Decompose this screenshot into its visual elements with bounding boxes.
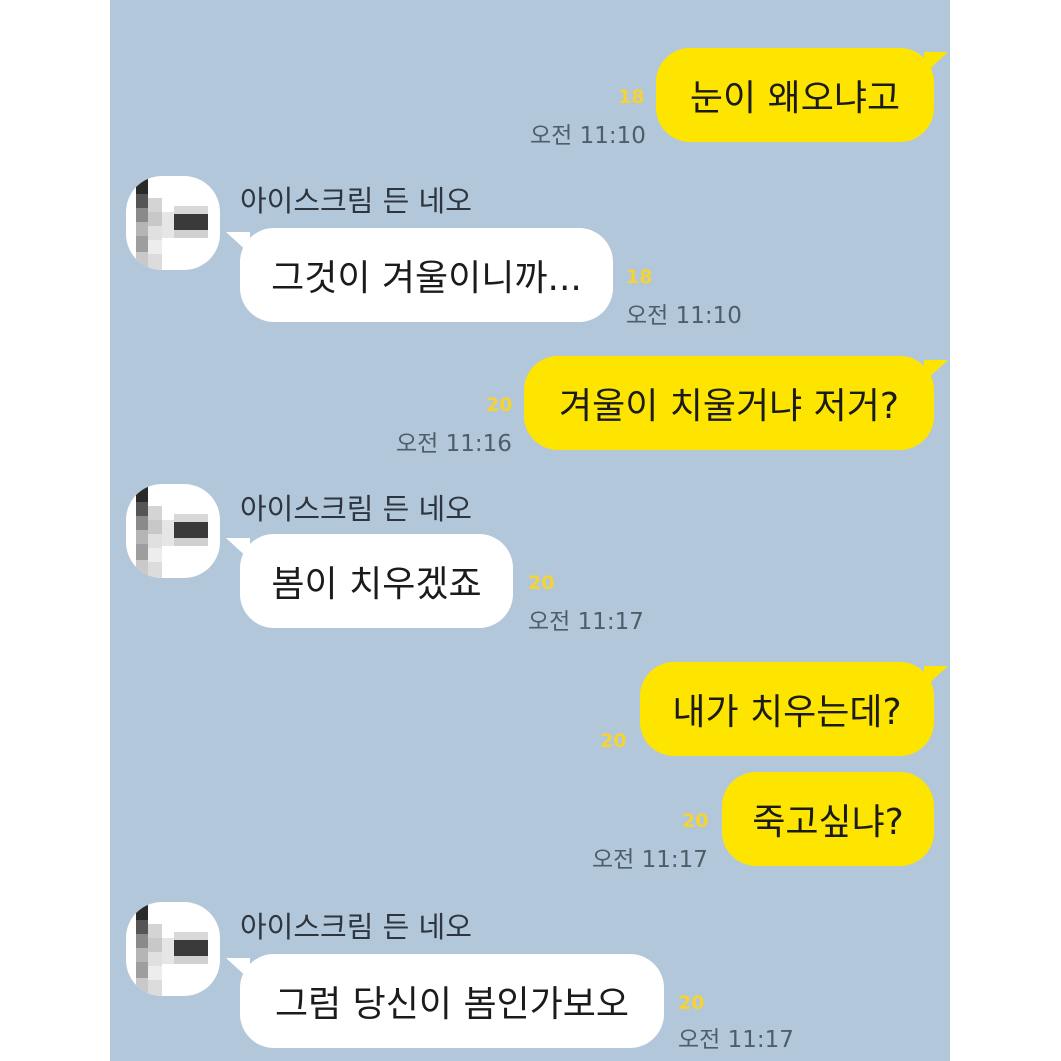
unread-count: 20: [600, 730, 627, 752]
avatar-pixel: [136, 948, 148, 962]
message-text: 그럼 당신이 봄인가보오: [274, 984, 630, 1025]
avatar-pixel: [136, 176, 148, 194]
message-text: 죽고싶냐?: [752, 802, 904, 843]
message-time: 오전 11:17: [528, 609, 644, 635]
avatar-pixel: [136, 934, 148, 948]
avatar-pixel: [136, 222, 148, 236]
avatar-pixel: [148, 938, 162, 952]
message-text: 눈이 왜오냐고: [689, 78, 901, 119]
avatar-pixel: [148, 548, 162, 562]
message-time: 오전 11:10: [626, 303, 742, 329]
avatar-pixel: [136, 208, 148, 222]
avatar[interactable]: [126, 484, 220, 578]
message-text: 겨울이 치울거냐 저거?: [558, 386, 900, 427]
other-message-bubble[interactable]: 봄이 치우겠죠: [226, 534, 513, 628]
other-message-bubble[interactable]: 그것이 겨울이니까...: [226, 228, 613, 322]
avatar-pixel: [136, 502, 148, 516]
my-message-bubble[interactable]: 겨울이 치울거냐 저거?: [524, 356, 948, 450]
avatar-pixel: [174, 214, 208, 230]
unread-count: 20: [486, 394, 513, 416]
avatar-pixel: [148, 562, 162, 578]
message-text: 그것이 겨울이니까...: [271, 258, 582, 299]
avatar-pixel: [162, 520, 174, 546]
unread-count: 18: [626, 266, 653, 288]
message-time: 오전 11:16: [396, 431, 512, 457]
avatar-pixel: [148, 198, 162, 212]
avatar-pixel: [174, 538, 208, 546]
unread-count: 20: [528, 572, 555, 594]
avatar-pixel: [174, 956, 208, 964]
avatar-pixel: [136, 252, 148, 270]
avatar-pixel: [136, 920, 148, 934]
chat-room[interactable]: 눈이 왜오냐고 18 오전 11:10 아이스크림 든 네오 그것이 겨울이니까…: [110, 0, 950, 1061]
avatar-pixel: [174, 940, 208, 956]
message-time: 오전 11:10: [530, 123, 646, 149]
message-text: 봄이 치우겠죠: [271, 564, 482, 605]
avatar-pixel: [148, 226, 162, 240]
pixelated-profile-icon: [126, 484, 220, 578]
avatar-pixel: [174, 206, 208, 214]
avatar-pixel: [174, 932, 208, 940]
avatar-pixel: [136, 544, 148, 560]
sender-name: 아이스크림 든 네오: [240, 492, 472, 526]
avatar-pixel: [136, 236, 148, 252]
avatar[interactable]: [126, 176, 220, 270]
avatar-pixel: [136, 978, 148, 996]
pixelated-profile-icon: [126, 902, 220, 996]
sender-name: 아이스크림 든 네오: [240, 910, 472, 944]
avatar-pixel: [162, 938, 174, 964]
avatar-pixel: [148, 980, 162, 996]
message-text: 내가 치우는데?: [672, 692, 902, 733]
avatar-pixel: [148, 924, 162, 938]
avatar-pixel: [174, 522, 208, 538]
pixelated-profile-icon: [126, 176, 220, 270]
avatar-pixel: [136, 484, 148, 502]
avatar-pixel: [148, 966, 162, 980]
my-message-bubble[interactable]: 죽고싶냐?: [722, 772, 934, 866]
avatar-pixel: [148, 506, 162, 520]
other-message-bubble[interactable]: 그럼 당신이 봄인가보오: [226, 954, 664, 1048]
avatar-pixel: [136, 902, 148, 920]
avatar[interactable]: [126, 902, 220, 996]
my-message-bubble[interactable]: 내가 치우는데?: [640, 662, 948, 756]
unread-count: 18: [618, 86, 645, 108]
avatar-pixel: [136, 194, 148, 208]
avatar-pixel: [136, 516, 148, 530]
sender-name: 아이스크림 든 네오: [240, 184, 472, 218]
avatar-pixel: [174, 230, 208, 238]
avatar-pixel: [148, 212, 162, 226]
avatar-pixel: [148, 952, 162, 966]
avatar-pixel: [136, 962, 148, 978]
avatar-pixel: [136, 530, 148, 544]
unread-count: 20: [678, 992, 705, 1014]
avatar-pixel: [162, 212, 174, 238]
message-time: 오전 11:17: [678, 1027, 794, 1053]
avatar-pixel: [136, 560, 148, 578]
message-time: 오전 11:17: [592, 847, 708, 873]
unread-count: 20: [682, 810, 709, 832]
my-message-bubble[interactable]: 눈이 왜오냐고: [656, 48, 948, 142]
avatar-pixel: [148, 240, 162, 254]
avatar-pixel: [148, 534, 162, 548]
avatar-pixel: [148, 520, 162, 534]
avatar-pixel: [174, 514, 208, 522]
avatar-pixel: [148, 254, 162, 270]
